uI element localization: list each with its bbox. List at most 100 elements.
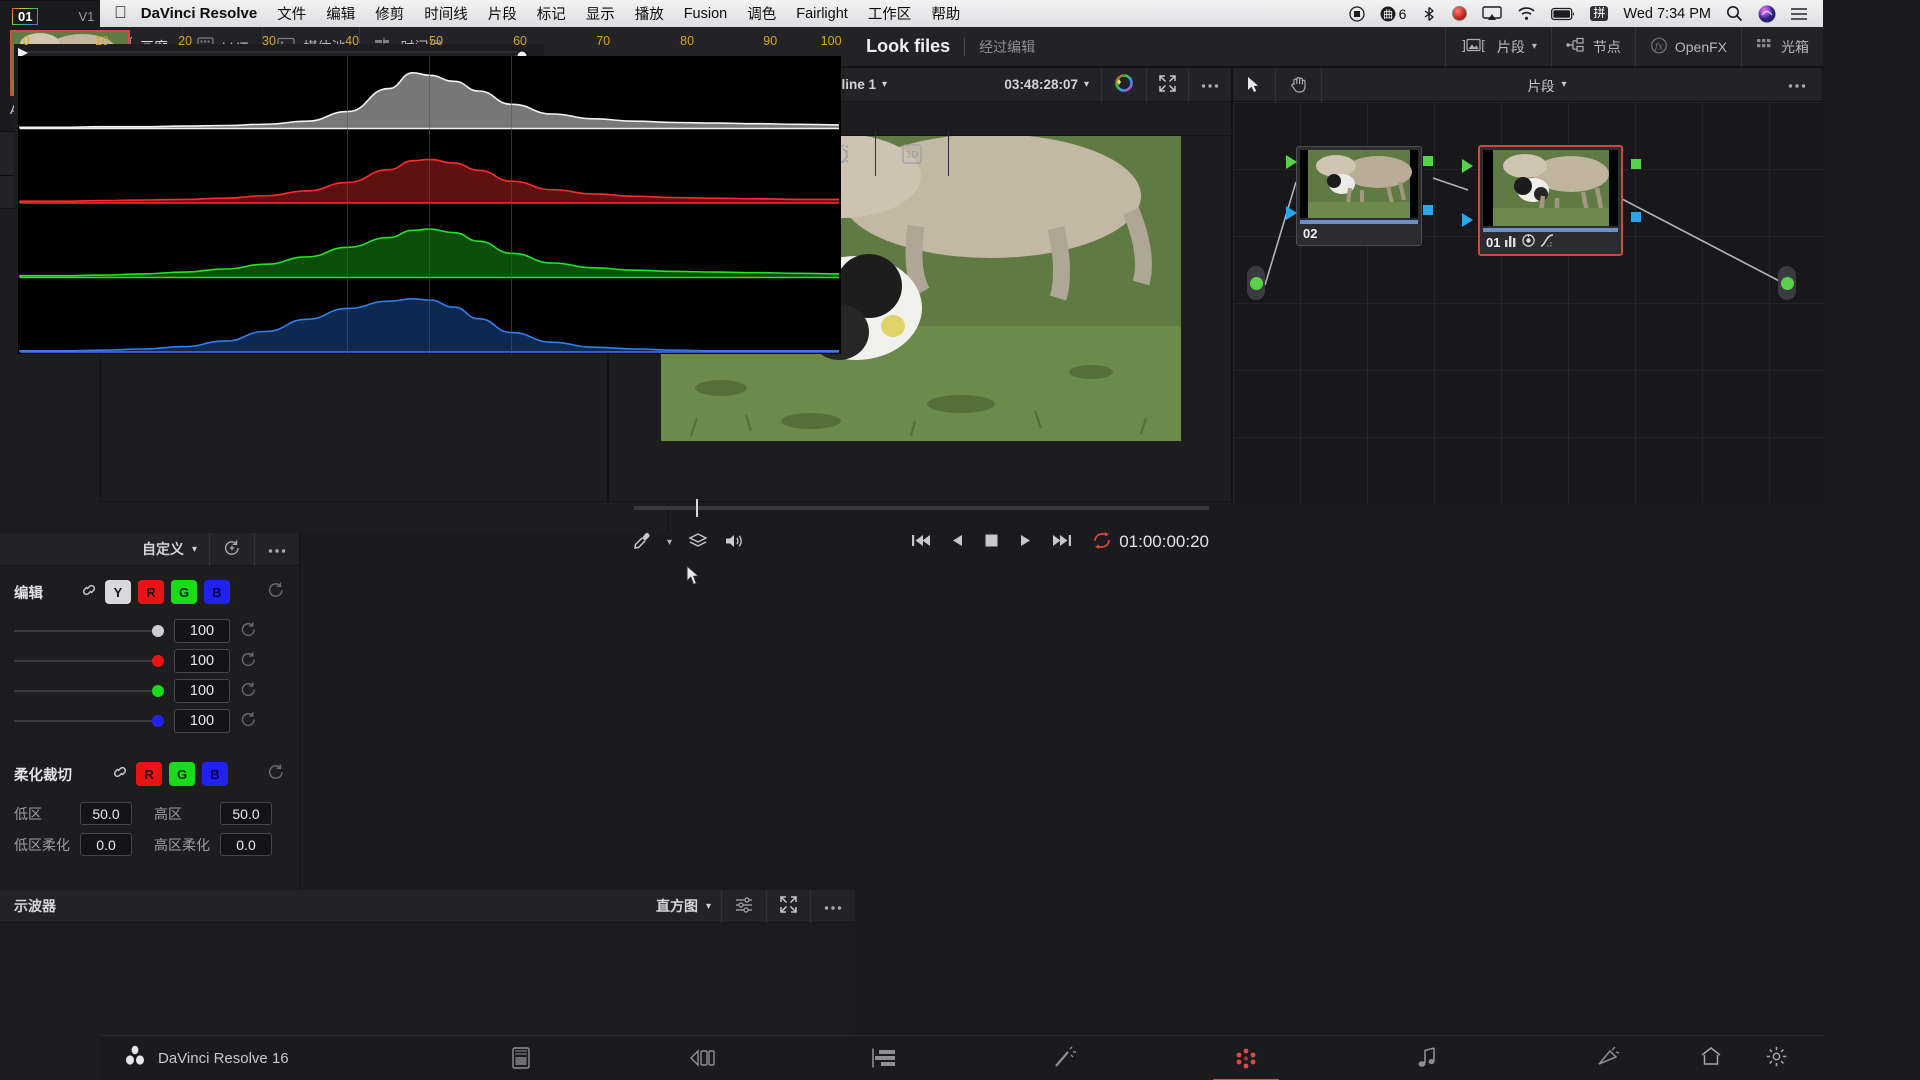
edit-reset-y-icon[interactable]: [240, 621, 257, 642]
softclip-low-soft-value[interactable]: 0.0: [80, 833, 132, 856]
menu-fusion[interactable]: Fusion: [684, 6, 728, 22]
edit-value-r[interactable]: 100: [174, 649, 230, 673]
node-01-output-rgb-port[interactable]: [1631, 159, 1641, 169]
step-back-icon[interactable]: [950, 533, 964, 551]
app-name-menu[interactable]: DaVinci Resolve: [141, 5, 257, 22]
playhead-marker[interactable]: [696, 499, 698, 517]
settings-icon[interactable]: [1766, 1046, 1787, 1071]
menu-trim[interactable]: 修剪: [375, 3, 404, 24]
viewer-enhance-button[interactable]: [1102, 68, 1146, 102]
slider-knob[interactable]: [152, 625, 164, 637]
layers-icon[interactable]: [688, 532, 708, 553]
fairlight-page-icon[interactable]: [1373, 1036, 1483, 1080]
stop-icon[interactable]: [984, 533, 999, 551]
stereo-3d-icon[interactable]: 3D: [876, 131, 949, 176]
node-mode-selector[interactable]: 片段 ▾: [1527, 75, 1582, 95]
edit-value-y[interactable]: 100: [174, 619, 230, 643]
softclip-chip-g[interactable]: G: [169, 762, 195, 786]
node-01-output-key-port[interactable]: [1631, 212, 1641, 222]
node-canvas[interactable]: 02 01: [1233, 102, 1824, 503]
edit-slider-b[interactable]: [14, 715, 164, 727]
link-icon[interactable]: [80, 582, 98, 603]
node-01-input-rgb-port[interactable]: [1462, 159, 1473, 173]
histogram-graph[interactable]: [18, 56, 841, 354]
menu-bar-clock[interactable]: Wed 7:34 PM: [1623, 6, 1711, 22]
bluetooth-icon[interactable]: [1421, 6, 1437, 22]
node-01[interactable]: 01: [1478, 145, 1623, 256]
toolbar-nodes-button[interactable]: 节点: [1550, 26, 1635, 67]
chevron-down-icon[interactable]: ▾: [667, 537, 672, 548]
channel-chip-b[interactable]: B: [204, 580, 230, 604]
media-page-icon[interactable]: [466, 1036, 576, 1080]
node-pointer-tool[interactable]: [1233, 67, 1276, 102]
menu-edit[interactable]: 编辑: [326, 3, 355, 24]
record-stop-icon[interactable]: [1348, 5, 1365, 22]
menu-timeline[interactable]: 时间线: [424, 3, 468, 24]
softclip-chip-r[interactable]: R: [136, 762, 162, 786]
curve-mode-selector[interactable]: 自定义 ▾: [142, 539, 209, 559]
link-icon[interactable]: [111, 764, 129, 785]
channel-chip-y[interactable]: Y: [105, 580, 131, 604]
home-icon[interactable]: [1700, 1046, 1722, 1070]
play-icon[interactable]: [1019, 533, 1033, 551]
edit-slider-g[interactable]: [14, 685, 164, 697]
node-hand-tool[interactable]: [1276, 67, 1322, 102]
skip-start-icon[interactable]: [911, 533, 930, 551]
deliver-page-icon[interactable]: [1554, 1036, 1664, 1080]
softclip-reset-icon[interactable]: [267, 763, 285, 785]
edit-reset-g-icon[interactable]: [240, 681, 257, 702]
node-02-output-rgb-port[interactable]: [1423, 156, 1433, 166]
menu-fairlight[interactable]: Fairlight: [796, 6, 848, 22]
siri-icon[interactable]: [1758, 5, 1776, 23]
edit-value-b[interactable]: 100: [174, 709, 230, 733]
skip-end-icon[interactable]: [1052, 533, 1072, 551]
viewer-fullscreen-button[interactable]: [1147, 68, 1188, 102]
menu-color[interactable]: 调色: [747, 3, 776, 24]
wifi-icon[interactable]: [1517, 6, 1536, 21]
timemachine-icon[interactable]: [1452, 6, 1468, 21]
edit-slider-r[interactable]: [14, 655, 164, 667]
scopes-more-button[interactable]: [810, 889, 855, 923]
edit-reset-b-icon[interactable]: [240, 711, 257, 732]
edit-slider-y[interactable]: [14, 625, 164, 637]
menu-file[interactable]: 文件: [277, 3, 306, 24]
search-icon[interactable]: [1726, 5, 1743, 22]
toolbar-lightbox-button[interactable]: 光箱: [1741, 26, 1823, 67]
slider-knob[interactable]: [152, 685, 164, 697]
node-02-input-key-port[interactable]: [1286, 206, 1297, 220]
node-01-input-key-port[interactable]: [1462, 213, 1473, 227]
edit-reset-r-icon[interactable]: [240, 651, 257, 672]
slider-knob[interactable]: [152, 715, 164, 727]
menu-help[interactable]: 帮助: [931, 3, 960, 24]
audio-icon[interactable]: [724, 532, 744, 553]
softclip-low-value[interactable]: 50.0: [80, 802, 132, 825]
ime-badge-icon[interactable]: 曲 6: [1380, 6, 1406, 22]
menu-view[interactable]: 显示: [586, 3, 615, 24]
viewer-timecode-selector[interactable]: 03:48:28:07 ▾: [992, 68, 1101, 102]
battery-icon[interactable]: [1551, 7, 1575, 21]
cut-page-icon[interactable]: [647, 1036, 757, 1080]
edit-page-icon[interactable]: [829, 1036, 939, 1080]
node-source-terminal[interactable]: [1247, 266, 1265, 300]
control-center-icon[interactable]: [1791, 7, 1809, 21]
viewer-more-button[interactable]: [1189, 68, 1231, 102]
scopes-settings-button[interactable]: [721, 889, 766, 923]
color-picker-icon[interactable]: [633, 532, 651, 553]
input-source-icon[interactable]: 拼: [1590, 5, 1609, 22]
channel-chip-r[interactable]: R: [138, 580, 164, 604]
curve-reset-button[interactable]: [209, 532, 254, 566]
scopes-mode-selector[interactable]: 直方图 ▾: [656, 896, 721, 916]
menu-clip[interactable]: 片段: [488, 3, 517, 24]
curve-more-button[interactable]: [254, 532, 299, 566]
airplay-icon[interactable]: [1482, 5, 1503, 22]
softclip-high-value[interactable]: 50.0: [220, 802, 272, 825]
color-page-icon[interactable]: [1191, 1036, 1301, 1080]
node-02[interactable]: 02: [1296, 146, 1422, 246]
slider-knob[interactable]: [152, 655, 164, 667]
node-more-button[interactable]: [1788, 77, 1822, 92]
softclip-high-soft-value[interactable]: 0.0: [220, 833, 272, 856]
edit-value-g[interactable]: 100: [174, 679, 230, 703]
menu-workspace[interactable]: 工作区: [868, 3, 912, 24]
node-output-terminal[interactable]: [1778, 266, 1796, 300]
menu-mark[interactable]: 标记: [537, 3, 566, 24]
